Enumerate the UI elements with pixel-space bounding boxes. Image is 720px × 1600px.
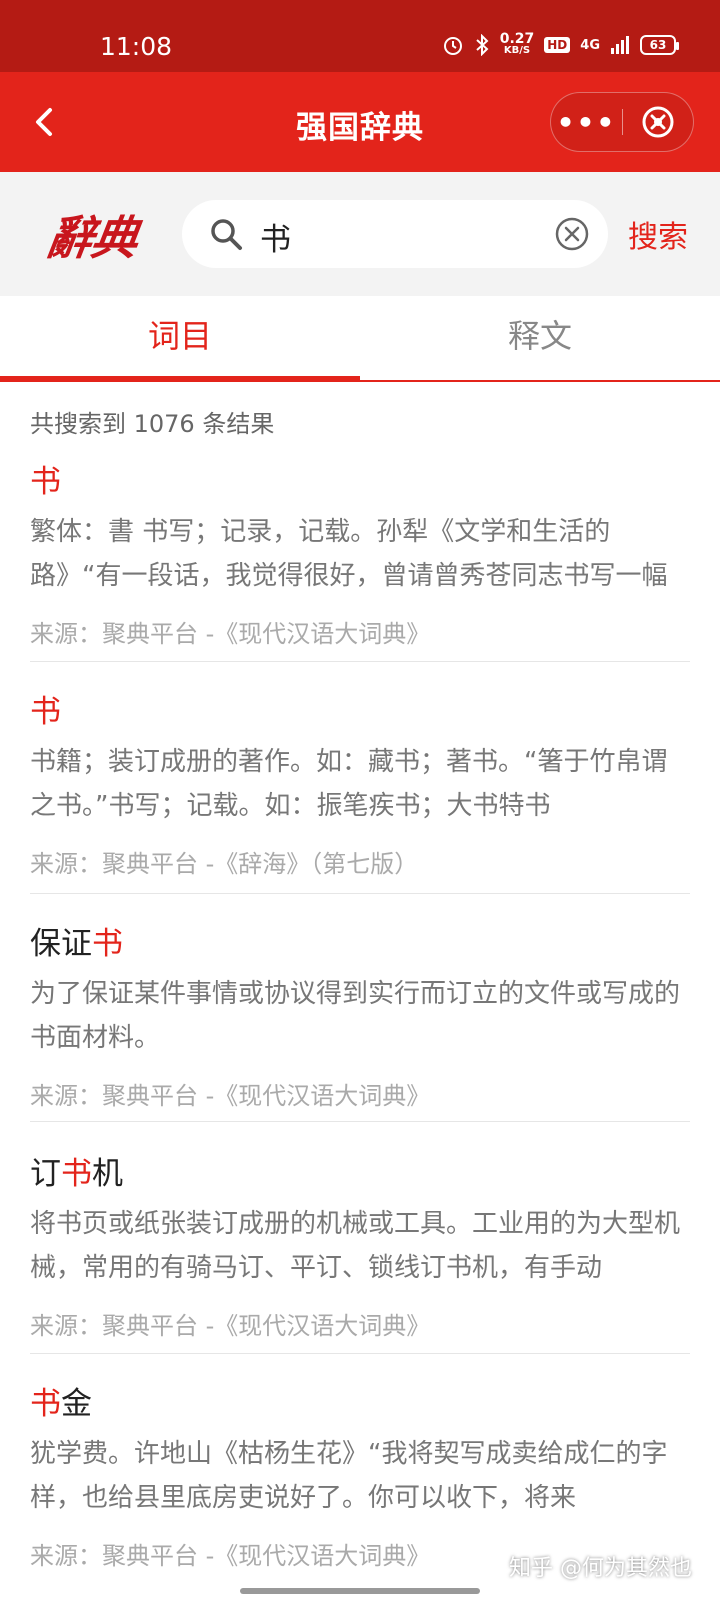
close-circle-icon [642,106,674,138]
search-area: 辭典 书 搜索 [0,172,720,296]
bluetooth-icon [476,34,489,56]
tab-bar: 词目 释文 [0,296,720,382]
result-headword: 书 [30,694,61,730]
result-source: 来源：聚典平台 -《现代汉语大词典》 [30,620,431,648]
status-time: 11:08 [100,32,173,61]
miniprogram-capsule: ••• [550,92,694,152]
search-button[interactable]: 搜索 [628,212,688,256]
close-button[interactable] [623,92,693,152]
status-icons: 0.27 KB/S HD 4G 63 [442,31,679,57]
result-description: 繁体：書 书写；记录，记载。孙犁《文学和生活的路》“有一段话，我觉得很好，曾请曾… [30,517,668,591]
result-headword: 书 [30,464,61,500]
signal-icon [611,36,629,54]
alarm-icon [443,37,462,55]
title-bar: 强国辞典 ••• [0,72,720,172]
network-speed: 0.27 KB/S [499,31,535,56]
result-source: 来源：聚典平台 -《辞海》（第七版） [30,850,419,878]
tab-definitions[interactable]: 释文 [360,296,720,380]
result-item[interactable]: 书 繁体：書 书写；记录，记载。孙犁《文学和生活的路》“有一段话，我觉得很好，曾… [30,456,690,662]
clear-icon[interactable] [554,216,590,252]
search-icon [211,219,242,250]
status-bar: 11:08 0.27 KB/S HD 4G 63 [0,0,720,72]
battery-icon: 63 [640,35,679,55]
result-description: 将书页或纸张装订成册的机械或工具。工业用的为大型机械，常用的有骑马订、平订、锁线… [30,1209,681,1283]
result-headword: 订书机 [30,1156,123,1192]
result-description: 书籍；装订成册的著作。如：藏书；著书。“箸于竹帛谓之书。”书写；记载。如：振笔疾… [30,747,668,821]
hd-badge: HD [544,37,571,53]
search-input[interactable]: 书 [260,214,291,259]
tab-entries[interactable]: 词目 [0,296,360,382]
result-source: 来源：聚典平台 -《现代汉语大词典》 [30,1542,431,1570]
result-count: 共搜索到 1076 条结果 [30,410,275,438]
result-item[interactable]: 书 书籍；装订成册的著作。如：藏书；著书。“箸于竹帛谓之书。”书写；记载。如：振… [30,686,690,894]
home-indicator[interactable] [240,1588,480,1594]
watermark: 知乎 @何为其然也 [509,1556,692,1581]
result-item[interactable]: 保证书 为了保证某件事情或协议得到实行而订立的文件或写成的书面材料。 来源：聚典… [30,918,690,1122]
result-description: 犹学费。许地山《枯杨生花》“我将契写成卖给成仁的字样，也给县里底房吏说好了。你可… [30,1439,668,1513]
search-box[interactable]: 书 [182,200,608,268]
result-source: 来源：聚典平台 -《现代汉语大词典》 [30,1082,431,1110]
result-source: 来源：聚典平台 -《现代汉语大词典》 [30,1312,431,1340]
more-button[interactable]: ••• [551,92,622,152]
result-headword: 保证书 [30,926,123,962]
network-type: 4G [580,37,600,53]
result-headword: 书金 [30,1386,92,1422]
dictionary-logo: 辭典 [43,211,140,265]
result-item[interactable]: 订书机 将书页或纸张装订成册的机械或工具。工业用的为大型机械，常用的有骑马订、平… [30,1148,690,1354]
result-description: 为了保证某件事情或协议得到实行而订立的文件或写成的书面材料。 [30,979,681,1053]
